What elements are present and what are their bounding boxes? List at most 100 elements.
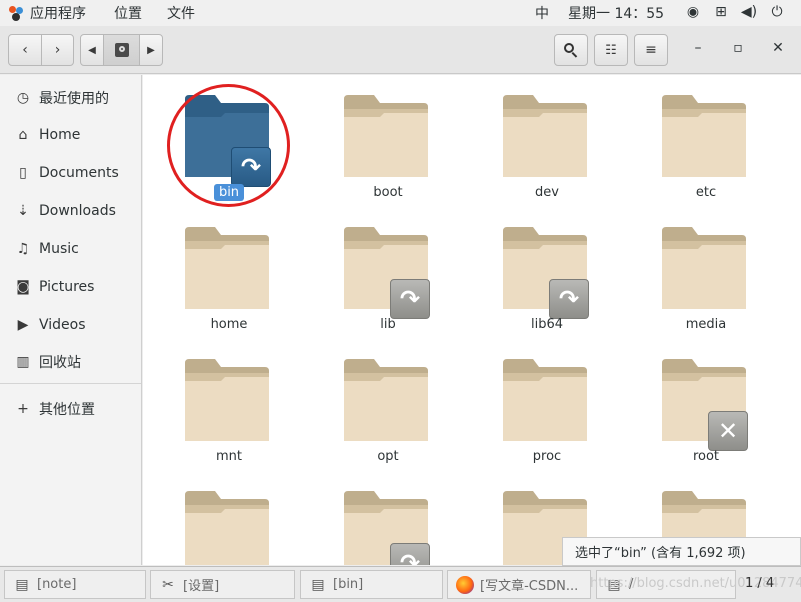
chevron-left-icon: ‹ [22, 42, 28, 58]
folder-icon [185, 359, 269, 441]
taskbar-window-label: [note] [37, 577, 77, 592]
sidebar-item[interactable]: ▯ Documents [0, 158, 142, 188]
sidebar-item-label: Downloads [39, 203, 116, 219]
sidebar-item[interactable]: + 其他位置 [0, 394, 142, 424]
folder-item[interactable]: opt [318, 339, 458, 469]
window-icon: ▤ [15, 576, 29, 593]
folder-name: lib [380, 317, 396, 332]
plus-icon: + [17, 401, 29, 417]
folder-item[interactable]: proc [477, 339, 617, 469]
clock-icon: ◷ [16, 90, 30, 106]
folder-icon [185, 491, 269, 565]
taskbar-window-button[interactable]: [写文章-CSDN... [447, 570, 591, 599]
sidebar-item[interactable]: ⌂ Home [0, 120, 142, 150]
folder-label: etc [636, 185, 776, 200]
folder-item[interactable] [159, 471, 299, 565]
taskbar-window-button[interactable]: ▤ [bin] [300, 570, 443, 599]
clock[interactable]: 星期一 14：55 [568, 3, 664, 23]
volume-icon[interactable]: ◀) [740, 4, 758, 20]
music-icon: ♫ [16, 241, 30, 257]
places-menu[interactable]: 位置 [114, 3, 142, 23]
path-scroll-right-button[interactable]: ▶ [139, 34, 163, 66]
sidebar-item[interactable]: ▥ 回收站 [0, 347, 142, 377]
sidebar-item[interactable]: ▶ Videos [0, 310, 142, 340]
search-button[interactable] [554, 34, 588, 66]
folder-item[interactable]: ↷ lib64 [477, 207, 617, 337]
folder-label: boot [318, 185, 458, 200]
window-icon: ▤ [311, 576, 325, 593]
input-method-indicator[interactable]: 中 [535, 3, 549, 23]
taskbar-window-label: [写文章-CSDN... [480, 579, 579, 594]
folder-item[interactable]: etc [636, 75, 776, 205]
folder-name: lib64 [530, 317, 564, 332]
power-icon[interactable]: ⏻ [768, 4, 786, 20]
workspace-pager[interactable]: 1 / 4 [745, 576, 774, 591]
folder-name: mnt [216, 449, 242, 464]
folder-label: home [159, 317, 299, 332]
sidebar-item-label: Videos [39, 317, 86, 333]
triangle-left-icon: ◀ [88, 44, 96, 56]
path-root-button[interactable] [103, 34, 140, 66]
folder-icon [185, 227, 269, 309]
sidebar-item[interactable]: ◷ 最近使用的 [0, 83, 142, 113]
header-bar: ‹ › ◀ ▶ ☷ ≡ [0, 26, 801, 74]
close-button[interactable]: ✕ [768, 40, 788, 56]
sidebar-item[interactable]: ♫ Music [0, 234, 142, 264]
menu-button[interactable]: ≡ [634, 34, 668, 66]
accessibility-icon[interactable]: ◉ [684, 4, 702, 20]
folder-name: root [692, 449, 720, 464]
folder-item[interactable]: ↷ [318, 471, 458, 565]
files-menu[interactable]: 文件 [167, 3, 195, 23]
highlight-circle-annotation [167, 84, 290, 207]
folder-icon [503, 95, 587, 177]
forward-button[interactable]: › [41, 34, 74, 66]
folder-label: dev [477, 185, 617, 200]
folder-label: root [636, 449, 776, 464]
camera-icon: ◙ [16, 279, 30, 295]
taskbar-window-button[interactable]: ▤ [note] [4, 570, 146, 599]
folder-name: boot [373, 185, 403, 200]
folder-item[interactable]: media [636, 207, 776, 337]
sidebar-item[interactable]: ⇣ Downloads [0, 196, 142, 226]
sidebar-item-label: Music [39, 241, 79, 257]
folder-item[interactable]: dev [477, 75, 617, 205]
minimize-button[interactable]: – [688, 40, 708, 56]
folder-label: lib64 [477, 317, 617, 332]
folder-item[interactable]: ↷ lib [318, 207, 458, 337]
folder-name: proc [532, 449, 562, 464]
folder-item[interactable]: boot [318, 75, 458, 205]
back-button[interactable]: ‹ [8, 34, 42, 66]
folder-name: media [685, 317, 727, 332]
folder-label: opt [318, 449, 458, 464]
symlink-emblem-icon: ↷ [390, 543, 430, 565]
applications-menu[interactable]: 应用程序 [8, 3, 86, 23]
list-view-icon: ☷ [605, 42, 617, 58]
sidebar-separator [0, 383, 141, 384]
sidebar-item-label: Pictures [39, 279, 95, 295]
folder-icon [662, 227, 746, 309]
view-toggle-button[interactable]: ☷ [594, 34, 628, 66]
folder-item[interactable]: mnt [159, 339, 299, 469]
trash-icon: ▥ [16, 354, 30, 370]
folder-label: media [636, 317, 776, 332]
folder-name: opt [377, 449, 399, 464]
folder-label: lib [318, 317, 458, 332]
applications-label: 应用程序 [30, 6, 86, 22]
video-icon: ▶ [17, 317, 29, 333]
taskbar-window-label: [设置] [183, 579, 220, 594]
sidebar-item-label: 其他位置 [39, 402, 95, 418]
sidebar-item-label: Documents [39, 165, 119, 181]
disk-icon [114, 43, 129, 57]
taskbar-window-button[interactable]: ✂ [设置] [150, 570, 295, 599]
sidebar-item-label: 回收站 [39, 355, 81, 371]
folder-item[interactable]: ✕ root [636, 339, 776, 469]
folder-item[interactable]: home [159, 207, 299, 337]
hamburger-icon: ≡ [645, 42, 657, 58]
folder-name: etc [695, 185, 717, 200]
path-scroll-left-button[interactable]: ◀ [80, 34, 104, 66]
maximize-button[interactable]: ▫ [728, 40, 748, 56]
sidebar-item[interactable]: ◙ Pictures [0, 272, 142, 302]
network-icon[interactable]: ⊞ [712, 4, 730, 20]
taskbar-window-label: [bin] [333, 577, 364, 592]
folder-label: proc [477, 449, 617, 464]
